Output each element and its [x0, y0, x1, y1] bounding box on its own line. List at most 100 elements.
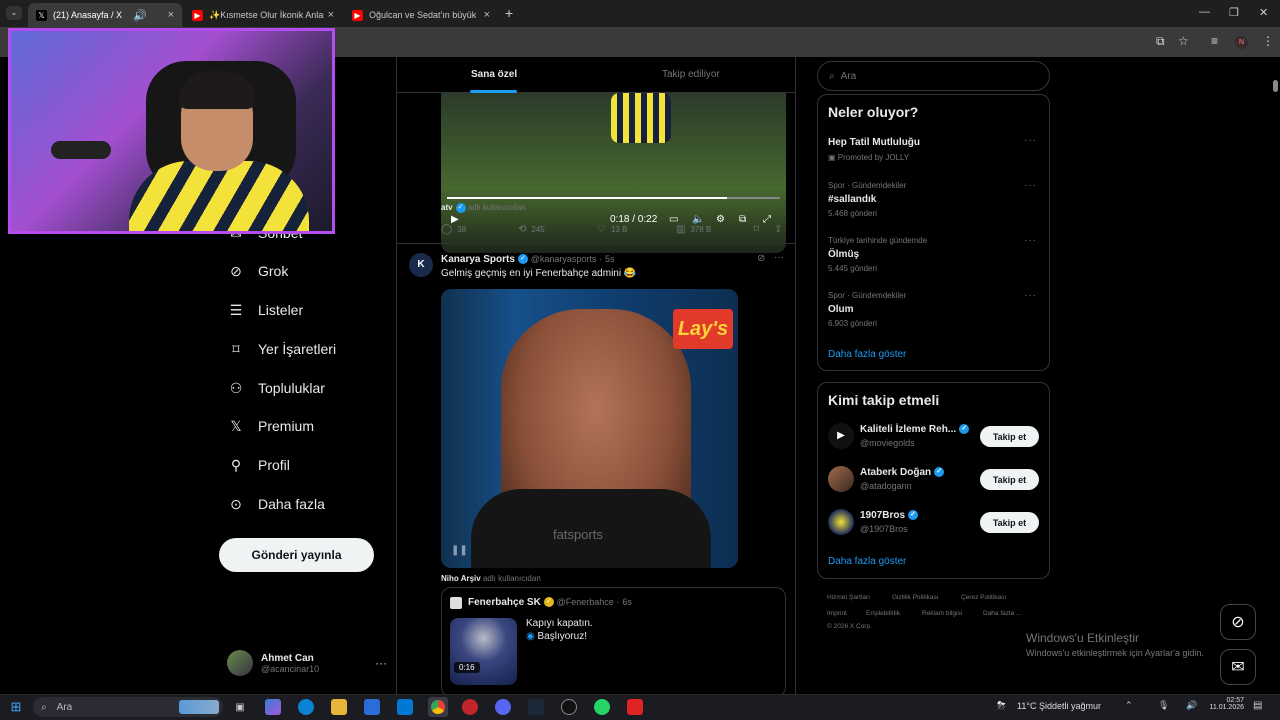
- restore-icon[interactable]: ❐: [1229, 6, 1239, 19]
- close-tab-icon[interactable]: ×: [484, 9, 490, 21]
- post-author[interactable]: Kanarya Sports: [441, 254, 515, 265]
- repost-button[interactable]: ⟲ 245: [518, 224, 545, 235]
- bookmark-star-icon[interactable]: ☆: [1178, 34, 1189, 48]
- post-button[interactable]: Gönderi yayınla: [219, 538, 374, 572]
- nav-item-premium[interactable]: 𝕏 Premium: [228, 418, 314, 435]
- footer-link[interactable]: Erişilebilirlik: [866, 610, 900, 617]
- nav-item-profil[interactable]: ⚲ Profil: [228, 457, 290, 474]
- who-name-wrap[interactable]: Kaliteli İzleme Reh... ✓: [860, 424, 970, 435]
- close-tab-icon[interactable]: ×: [168, 9, 174, 21]
- bookmark-button[interactable]: ⌑: [754, 224, 764, 235]
- footer-link[interactable]: Çerez Politikası: [961, 594, 1006, 601]
- notifications-icon[interactable]: ▤: [1253, 700, 1262, 711]
- credit-user[interactable]: Niho Arşiv: [441, 574, 481, 583]
- whatsapp-icon[interactable]: [594, 699, 610, 715]
- audio-icon[interactable]: 🔊: [133, 9, 147, 22]
- nav-item-daha-fazla[interactable]: ⊙ Daha fazla: [228, 496, 325, 513]
- grok-icon[interactable]: ⊘: [757, 253, 765, 264]
- follow-button[interactable]: Takip et: [980, 512, 1039, 533]
- nav-item-topluluklar[interactable]: ⚇ Topluluklar: [228, 380, 325, 397]
- trend-more-icon[interactable]: ···: [1024, 180, 1037, 191]
- messages-float-icon[interactable]: ✉: [1220, 649, 1256, 685]
- close-window-icon[interactable]: ✕: [1259, 6, 1268, 19]
- file-explorer-icon[interactable]: [331, 699, 347, 715]
- tab-x-home[interactable]: 𝕏 (21) Anasayfa / X 🔊 ×: [28, 3, 182, 27]
- profile-avatar[interactable]: N: [1235, 36, 1248, 49]
- discord-icon[interactable]: [495, 699, 511, 715]
- opera-icon[interactable]: [462, 699, 478, 715]
- obs-icon[interactable]: [561, 699, 577, 715]
- account-switcher[interactable]: Ahmet Can @acancinar10 ···: [227, 650, 387, 676]
- windows-start-icon[interactable]: ⊞: [8, 699, 24, 715]
- share-button[interactable]: ⇪: [774, 224, 787, 235]
- credit-user[interactable]: atv: [441, 203, 453, 212]
- minimize-icon[interactable]: —: [1199, 6, 1210, 18]
- trend-more-icon[interactable]: ···: [1024, 235, 1037, 246]
- footer-link[interactable]: Imprint: [827, 610, 847, 617]
- post-more-icon[interactable]: ···: [774, 252, 784, 263]
- menu-kebab-icon[interactable]: ⋮: [1262, 34, 1274, 48]
- like-button[interactable]: ♡ 13 B: [597, 224, 627, 235]
- fullscreen-icon[interactable]: ⤢: [763, 214, 771, 225]
- trend-name[interactable]: #sallandık: [828, 194, 876, 205]
- footer-link[interactable]: Daha fazla ...: [983, 610, 1021, 617]
- taskbar-search[interactable]: ⌕ Ara: [33, 697, 223, 717]
- pause-icon[interactable]: ❚❚: [451, 545, 468, 556]
- edge-icon[interactable]: [298, 699, 314, 715]
- nav-item-listeler[interactable]: ☰ Listeler: [228, 302, 303, 319]
- video-progress-bar[interactable]: [447, 197, 780, 199]
- quoted-author[interactable]: Fenerbahçe SK: [468, 597, 541, 608]
- chrome-taskbar-button[interactable]: [428, 697, 448, 717]
- trend-name[interactable]: Ölmüş: [828, 249, 859, 260]
- views-button[interactable]: ▥ 378 B: [676, 224, 711, 235]
- quoted-video-thumb[interactable]: 0:16: [450, 618, 517, 685]
- install-app-icon[interactable]: ⧉: [1156, 34, 1165, 49]
- weather-text[interactable]: 11°C Şiddetli yağmur: [1017, 701, 1101, 711]
- who-name-wrap[interactable]: 1907Bros ✓: [860, 510, 919, 521]
- reading-list-icon[interactable]: ≡: [1211, 34, 1218, 48]
- nav-item-grok[interactable]: ⊘ Grok: [228, 263, 288, 280]
- quoted-post[interactable]: Fenerbahçe SK ✓ @Fenerbahce · 6s 0:16 Kap…: [441, 587, 786, 694]
- tab-list-button[interactable]: ⌄: [6, 6, 22, 20]
- avatar[interactable]: [828, 509, 854, 535]
- follow-button[interactable]: Takip et: [980, 426, 1039, 447]
- video-player-2[interactable]: Lay's fatsports ❚❚: [441, 289, 738, 568]
- reply-button[interactable]: ◯ 38: [441, 224, 466, 235]
- mail-icon[interactable]: [397, 699, 413, 715]
- new-tab-button[interactable]: +: [505, 5, 513, 21]
- store-icon[interactable]: [364, 699, 380, 715]
- volume-icon[interactable]: 🔊: [1186, 700, 1197, 711]
- task-view-icon[interactable]: ▣: [232, 699, 248, 715]
- tab-ogulcan[interactable]: ▶ Oğulcan ve Sedat'ın büyük kav ×: [344, 3, 498, 27]
- tab-takip-ediliyor[interactable]: Takip ediliyor: [662, 69, 720, 80]
- footer-link[interactable]: Hizmet Şartları: [827, 594, 870, 601]
- trend-name[interactable]: Olum: [828, 304, 854, 315]
- post-time[interactable]: 5s: [605, 254, 615, 264]
- nav-item-yer-isaretleri[interactable]: ⌑ Yer İşaretleri: [228, 341, 336, 358]
- footer-link[interactable]: Gizlilik Politikası: [892, 594, 939, 601]
- who-name-wrap[interactable]: Ataberk Doğan ✓: [860, 467, 945, 478]
- follow-button[interactable]: Takip et: [980, 469, 1039, 490]
- account-more-icon[interactable]: ···: [375, 656, 387, 670]
- tab-sana-ozel[interactable]: Sana özel: [471, 69, 517, 80]
- steam-icon[interactable]: [528, 699, 544, 715]
- avatar[interactable]: [828, 466, 854, 492]
- post-handle[interactable]: @kanaryasports: [531, 254, 597, 264]
- trend-more-icon[interactable]: ···: [1024, 135, 1037, 146]
- avatar[interactable]: ▶: [828, 423, 854, 449]
- trend-more-icon[interactable]: ···: [1024, 290, 1037, 301]
- clock[interactable]: 02:57 11.01.2026: [1208, 697, 1244, 711]
- search-input[interactable]: ⌕ Ara: [817, 61, 1050, 91]
- settings-icon[interactable]: ⚙: [716, 214, 725, 225]
- who-show-more[interactable]: Daha fazla göster: [828, 556, 906, 567]
- pip-icon[interactable]: ⧉: [739, 214, 746, 225]
- footer-link[interactable]: Reklam bilgisi: [922, 610, 962, 617]
- avatar[interactable]: K: [409, 253, 433, 277]
- mic-icon[interactable]: 🎙: [1158, 700, 1169, 711]
- tray-chevron-icon[interactable]: ⌃: [1125, 700, 1133, 711]
- app-icon[interactable]: [627, 699, 643, 715]
- trend-name[interactable]: Hep Tatil Mutluluğu: [828, 137, 920, 148]
- tab-kismetse[interactable]: ▶ ✨Kısmetse Olur İkonik Anlar✨ ×: [184, 3, 342, 27]
- grok-float-icon[interactable]: ⊘: [1220, 604, 1256, 640]
- scrollbar-thumb[interactable]: [1273, 80, 1278, 92]
